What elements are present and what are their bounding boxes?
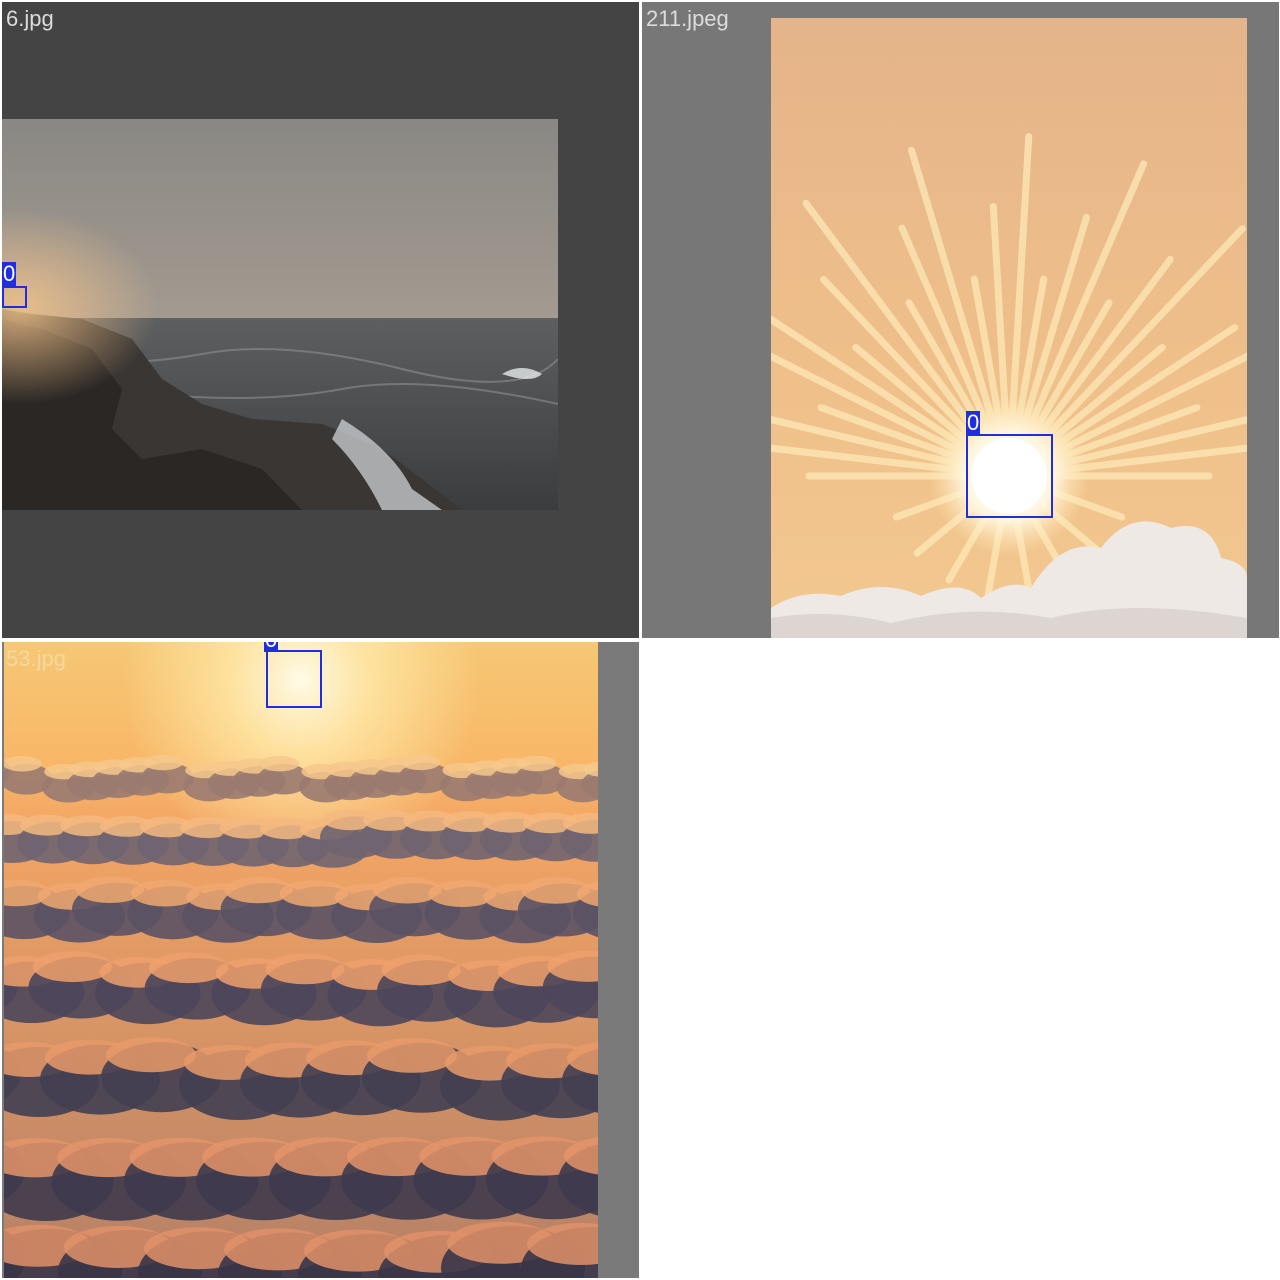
tile-filename-label: 53.jpg — [6, 646, 66, 671]
cloud-sea-photo — [4, 642, 598, 1278]
cloud-layer — [4, 754, 598, 1278]
tile-211-jpeg: 211.jpeg 0 — [642, 2, 1279, 638]
seascape-image — [2, 119, 558, 510]
detection-mosaic-grid: 6.jpg 0 211.jpeg 0 53.jpg — [0, 0, 1280, 1280]
seascape-photo — [2, 119, 558, 510]
detection-class-tag: 0 — [966, 410, 981, 435]
empty-quadrant — [642, 642, 1279, 1278]
detection-class-tag: 0 — [264, 642, 279, 652]
detection-class-tag: 0 — [2, 261, 17, 286]
tile-53-jpg: 53.jpg 0 — [2, 642, 639, 1278]
detection-bounding-box — [2, 286, 27, 308]
detection-bounding-box — [266, 650, 322, 708]
tile-6-jpg: 6.jpg 0 — [2, 2, 639, 638]
tile-filename-label: 6.jpg — [6, 6, 54, 31]
sunburst-photo — [771, 18, 1247, 638]
detection-bounding-box — [966, 434, 1053, 518]
sunburst-image — [771, 18, 1247, 638]
tile-filename-label: 211.jpeg — [646, 6, 729, 31]
cloud-sea-image — [4, 642, 598, 1278]
